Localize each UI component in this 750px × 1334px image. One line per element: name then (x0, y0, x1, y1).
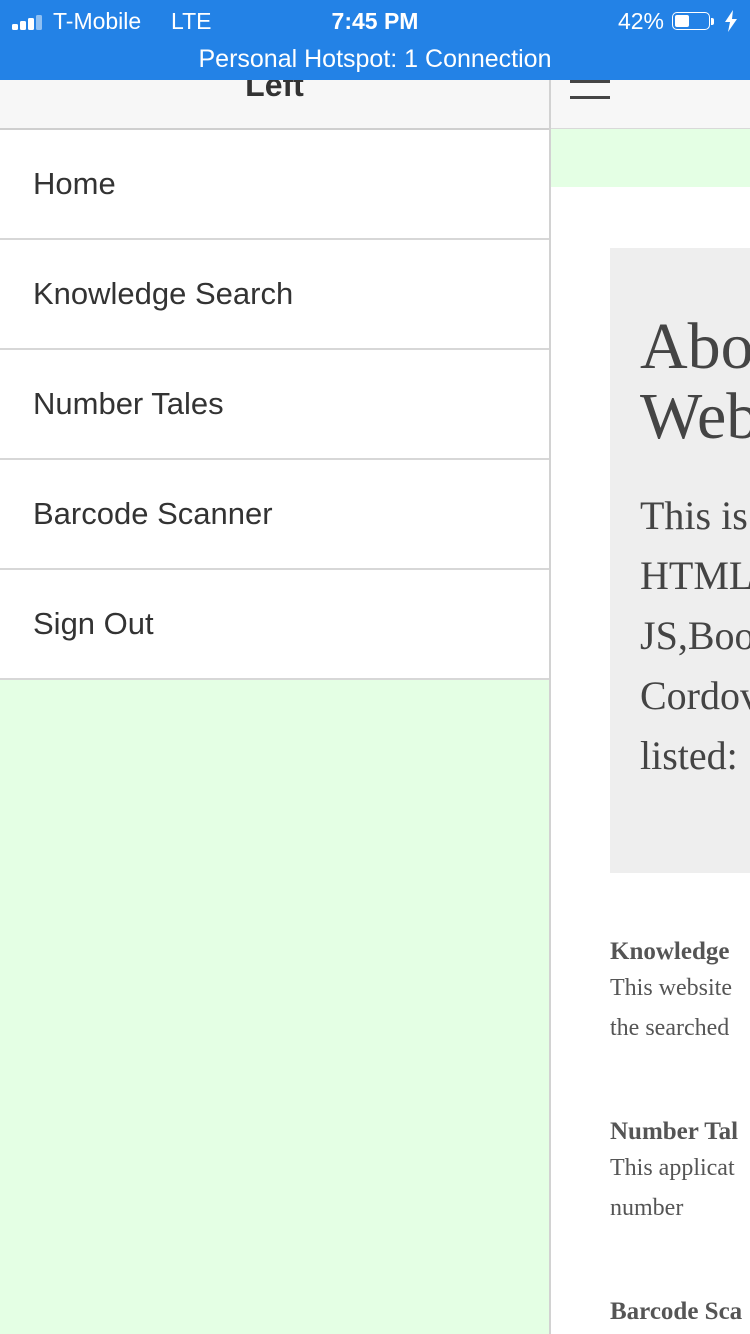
feature-number-tales: Number Tal This applicat number (610, 1116, 750, 1228)
feature-title: Knowledge (610, 938, 730, 965)
menu-item-label: Knowledge Search (33, 276, 294, 311)
header-strip (551, 129, 750, 187)
main-content: Abo Web This is HTML JS,Boo Cordov liste… (551, 80, 750, 1334)
battery-icon (672, 12, 714, 32)
charging-bolt-icon (725, 10, 737, 32)
feature-description: This website the searched (610, 968, 750, 1048)
menu-item-knowledge-search[interactable]: Knowledge Search (0, 240, 549, 350)
main-header (551, 80, 750, 129)
about-text-line: Cordov (640, 673, 750, 718)
about-text-line: This is (640, 493, 748, 538)
about-text-line: listed: (640, 733, 738, 778)
menu-item-label: Sign Out (33, 606, 154, 641)
status-bar: T-Mobile LTE 7:45 PM 42% Personal Hotspo… (0, 0, 750, 80)
side-menu-title: Left (245, 80, 304, 103)
feature-description-line: the searched (610, 1015, 730, 1041)
menu-item-sign-out[interactable]: Sign Out (0, 570, 549, 680)
feature-description: This applicat number (610, 1148, 750, 1228)
menu-item-label: Number Tales (33, 386, 224, 421)
feature-knowledge: Knowledge This website the searched (610, 936, 750, 1048)
feature-description-line: This applicat (610, 1155, 735, 1181)
feature-title: Number Tal (610, 1118, 739, 1145)
about-text: This is HTML JS,Boo Cordov listed: (640, 486, 750, 786)
hotspot-banner[interactable]: Personal Hotspot: 1 Connection (0, 43, 750, 75)
side-menu-header: Left (0, 80, 549, 130)
about-jumbotron: Abo Web This is HTML JS,Boo Cordov liste… (610, 248, 750, 873)
menu-item-label: Home (33, 166, 116, 201)
about-title-line: Abo (640, 310, 750, 383)
menu-item-home[interactable]: Home (0, 130, 549, 240)
menu-item-label: Barcode Scanner (33, 496, 273, 531)
side-menu-list: Home Knowledge Search Number Tales Barco… (0, 130, 549, 680)
menu-item-number-tales[interactable]: Number Tales (0, 350, 549, 460)
feature-description-line: This website (610, 975, 732, 1001)
battery-percentage: 42% (617, 8, 664, 34)
feature-description-line: number (610, 1195, 684, 1221)
menu-item-barcode-scanner[interactable]: Barcode Scanner (0, 460, 549, 570)
panel-divider (549, 80, 551, 1334)
feature-title: Barcode Sca (610, 1298, 743, 1325)
about-title-line: Web (640, 380, 750, 453)
feature-barcode-scanner: Barcode Sca (610, 1296, 750, 1328)
about-text-line: HTML (640, 553, 750, 598)
hamburger-menu-icon[interactable] (570, 80, 610, 102)
side-menu: Left Home Knowledge Search Number Tales … (0, 80, 549, 1334)
about-title: Abo Web (640, 312, 750, 452)
about-text-line: JS,Boo (640, 613, 750, 658)
